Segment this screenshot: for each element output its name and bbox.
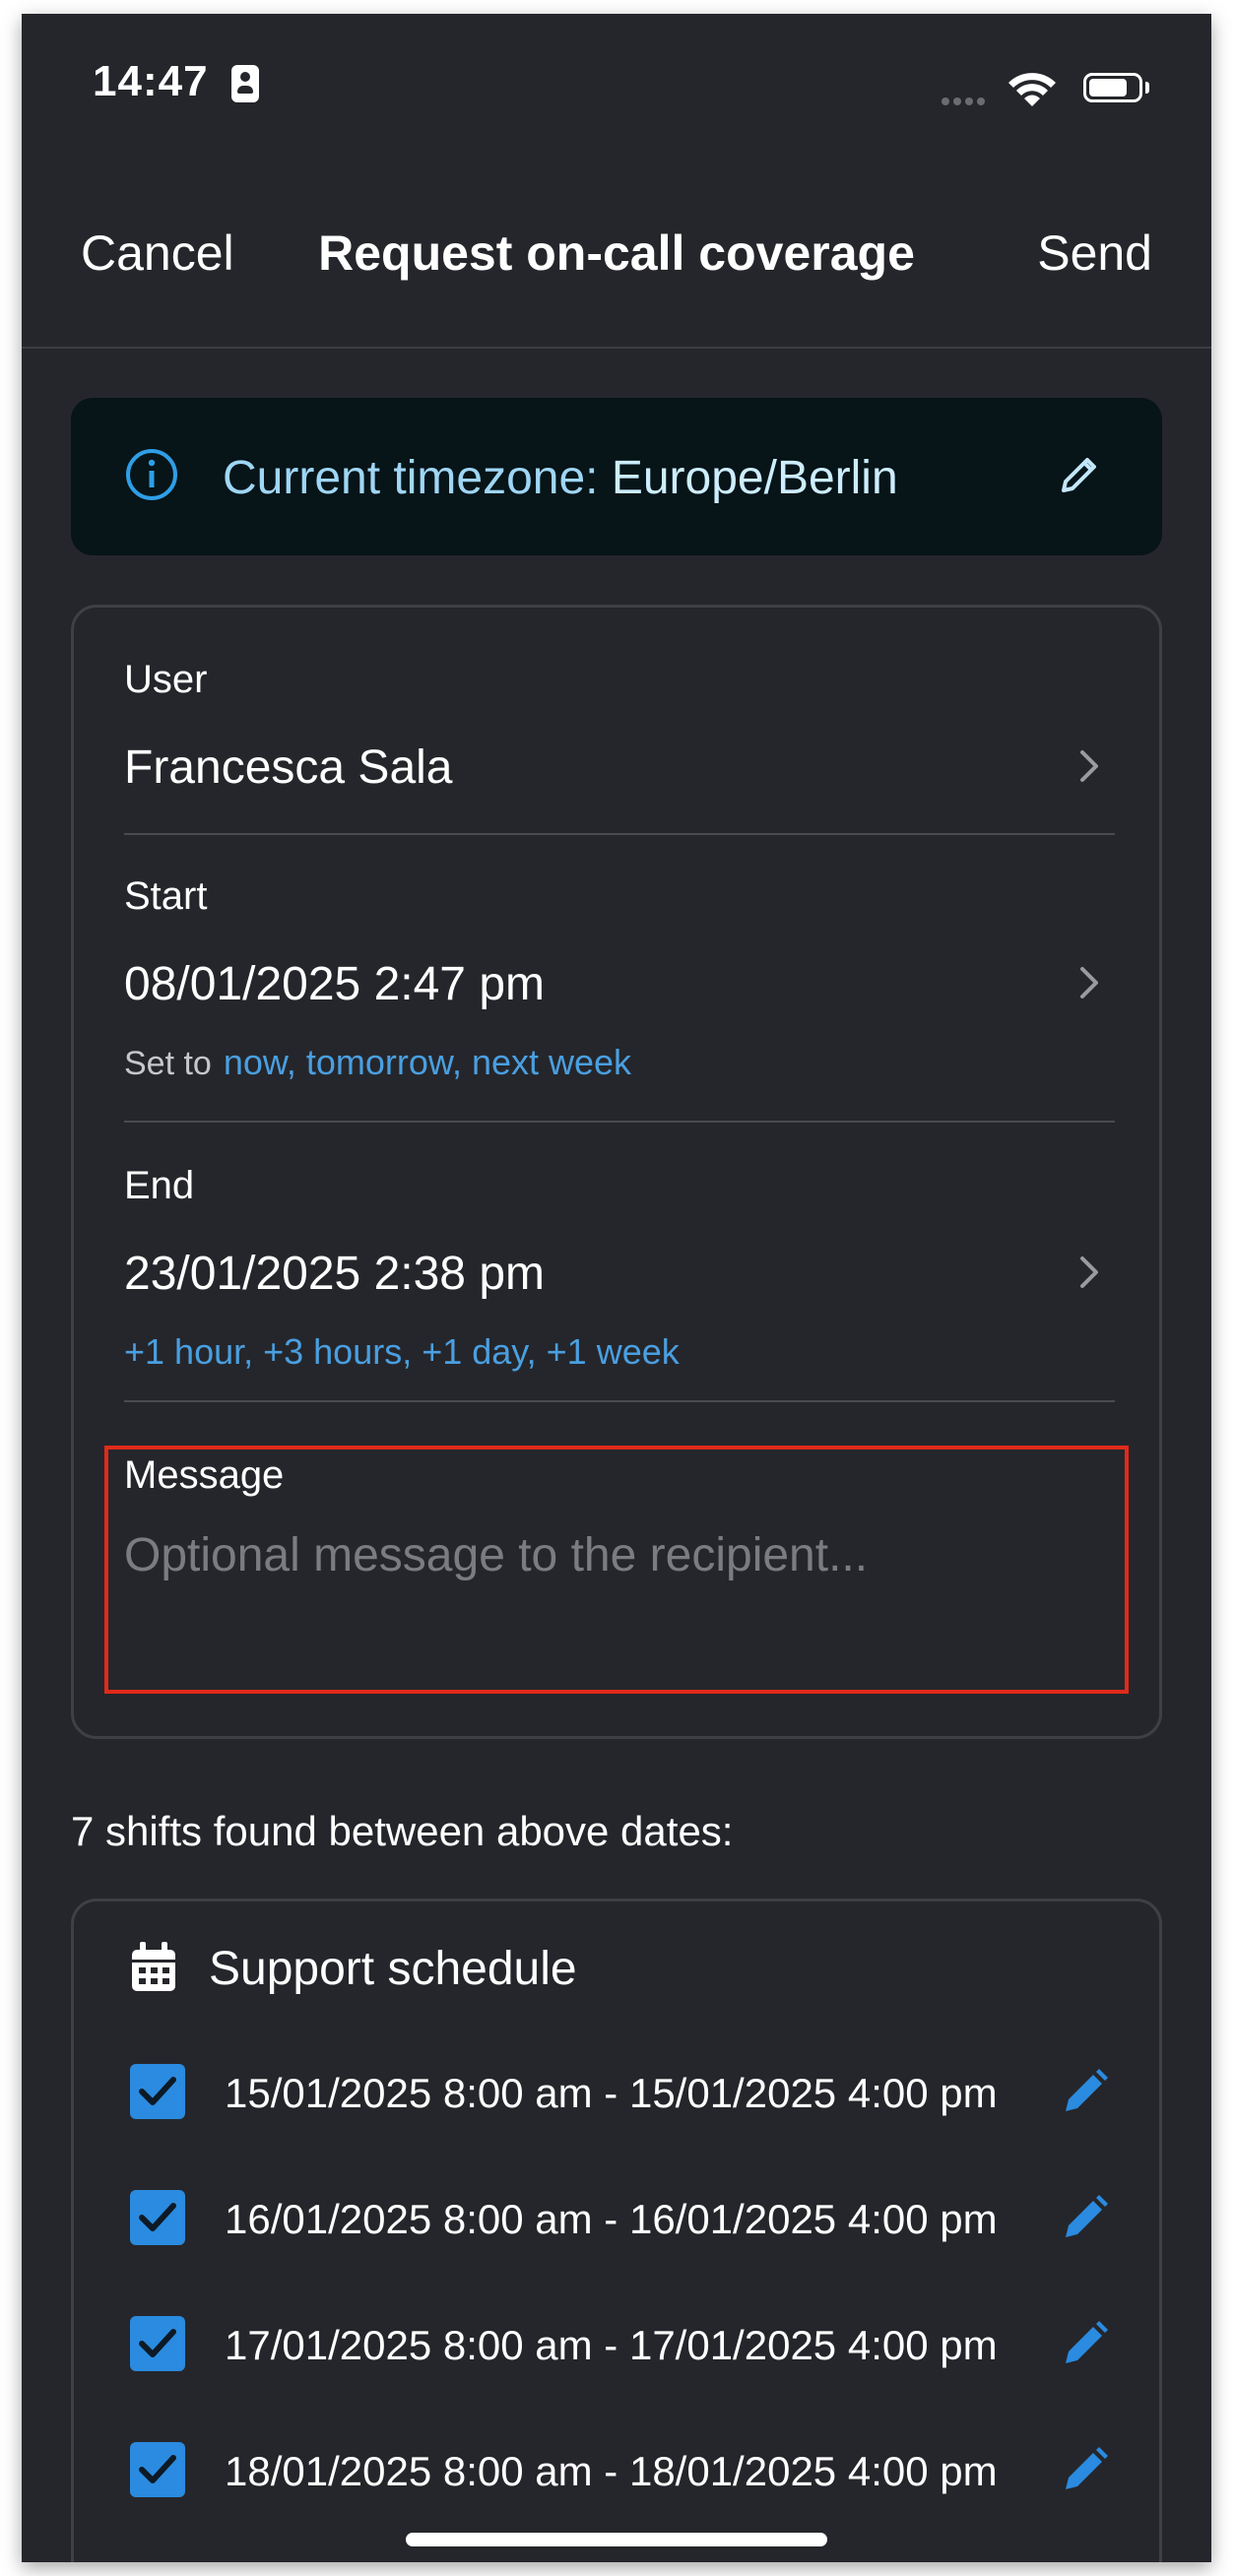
checkbox-checked[interactable]	[130, 2442, 185, 2497]
cellular-signal-icon	[942, 93, 989, 110]
send-button[interactable]: Send	[1037, 225, 1152, 282]
app-screen: 14:47 Cancel Request on-call coverage Se…	[22, 14, 1211, 2562]
divider	[124, 1400, 1115, 1402]
timezone-value: Europe/Berlin	[611, 452, 898, 504]
shift-row[interactable]: 17/01/2025 8:00 am - 17/01/2025 4:00 pm	[130, 2316, 1125, 2379]
info-icon	[126, 449, 177, 500]
pencil-icon[interactable]	[1060, 2066, 1111, 2117]
pencil-icon[interactable]	[1060, 2192, 1111, 2243]
shift-time-range: 17/01/2025 8:00 am - 17/01/2025 4:00 pm	[225, 2322, 998, 2368]
timezone-prefix: Current timezone:	[223, 452, 612, 504]
user-value[interactable]: Francesca Sala	[124, 741, 453, 795]
end-label: End	[124, 1164, 195, 1207]
battery-tip	[1145, 82, 1149, 94]
checkmark-icon	[139, 2203, 176, 2231]
checkmark-icon	[139, 2455, 176, 2483]
shift-row[interactable]: 18/01/2025 8:00 am - 18/01/2025 4:00 pm	[130, 2442, 1125, 2505]
shift-time-range: 15/01/2025 8:00 am - 15/01/2025 4:00 pm	[225, 2070, 998, 2116]
page-title: Request on-call coverage	[318, 225, 915, 281]
end-value[interactable]: 23/01/2025 2:38 pm	[124, 1247, 545, 1301]
start-value[interactable]: 08/01/2025 2:47 pm	[124, 957, 545, 1011]
start-quick-options[interactable]: Set to now, tomorrow, next week	[124, 1042, 631, 1083]
checkbox-checked[interactable]	[130, 2064, 185, 2119]
user-label: User	[124, 658, 208, 701]
status-time: 14:47	[93, 57, 209, 105]
message-input[interactable]: Optional message to the recipient...	[124, 1528, 868, 1582]
start-quick-links[interactable]: now, tomorrow, next week	[224, 1042, 631, 1082]
checkbox-checked[interactable]	[130, 2190, 185, 2245]
battery-icon	[1083, 73, 1142, 102]
schedule-title: Support schedule	[209, 1943, 577, 1995]
pencil-icon[interactable]	[1056, 451, 1103, 498]
message-label: Message	[124, 1453, 285, 1497]
contact-card-icon	[231, 65, 259, 102]
pencil-icon[interactable]	[1060, 2318, 1111, 2369]
divider	[124, 833, 1115, 835]
shift-row[interactable]: 15/01/2025 8:00 am - 15/01/2025 4:00 pm	[130, 2064, 1125, 2127]
nav-divider	[22, 347, 1211, 349]
checkmark-icon	[139, 2329, 176, 2357]
wifi-icon	[1008, 73, 1056, 106]
home-indicator[interactable]	[406, 2533, 827, 2546]
divider	[124, 1121, 1115, 1123]
shift-row[interactable]: 16/01/2025 8:00 am - 16/01/2025 4:00 pm	[130, 2190, 1125, 2253]
shifts-caption: 7 shifts found between above dates:	[71, 1808, 734, 1854]
chevron-right-icon[interactable]	[1075, 965, 1103, 1000]
set-to-label: Set to	[124, 1045, 212, 1082]
chevron-right-icon[interactable]	[1075, 1255, 1103, 1290]
chevron-right-icon[interactable]	[1075, 748, 1103, 784]
shift-time-range: 18/01/2025 8:00 am - 18/01/2025 4:00 pm	[225, 2448, 998, 2494]
calendar-icon	[132, 1942, 175, 1991]
pencil-icon[interactable]	[1060, 2444, 1111, 2495]
checkbox-checked[interactable]	[130, 2316, 185, 2371]
timezone-text: Current timezone: Europe/Berlin	[223, 451, 898, 505]
shift-time-range: 16/01/2025 8:00 am - 16/01/2025 4:00 pm	[225, 2196, 998, 2242]
timezone-banner: Current timezone: Europe/Berlin	[71, 398, 1162, 555]
checkmark-icon	[139, 2077, 176, 2105]
end-quick-links[interactable]: +1 hour, +3 hours, +1 day, +1 week	[124, 1331, 680, 1373]
start-label: Start	[124, 874, 208, 918]
